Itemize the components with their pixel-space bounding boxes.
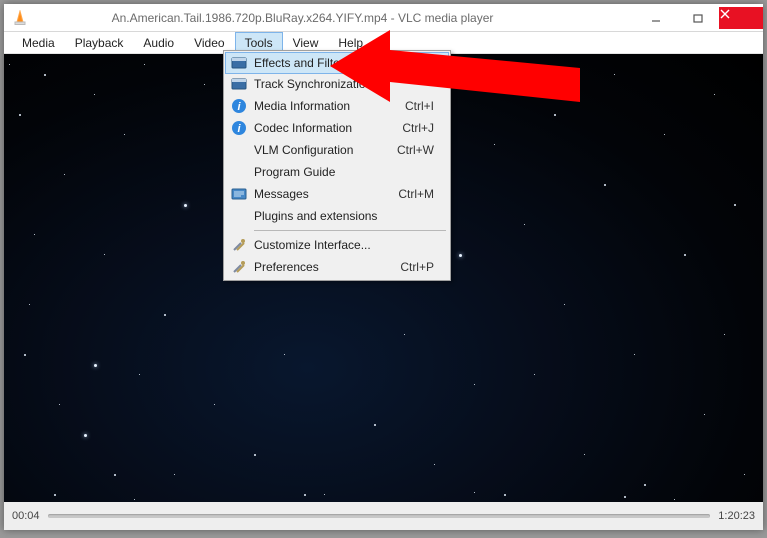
menuitem-plugins-and-extensions[interactable]: Plugins and extensions bbox=[226, 205, 448, 227]
menuitem-shortcut: Ctrl+E bbox=[400, 56, 448, 70]
info-icon: i bbox=[226, 98, 252, 114]
menuitem-codec-information[interactable]: i Codec Information Ctrl+J bbox=[226, 117, 448, 139]
titlebar: An.American.Tail.1986.720p.BluRay.x264.Y… bbox=[4, 4, 763, 32]
menu-label: Video bbox=[194, 36, 224, 50]
menuitem-label: Messages bbox=[252, 187, 398, 201]
window-title: An.American.Tail.1986.720p.BluRay.x264.Y… bbox=[0, 11, 635, 25]
info-icon: i bbox=[226, 120, 252, 136]
menuitem-effects-and-filters[interactable]: Effects and Filters Ctrl+E bbox=[225, 52, 449, 74]
menu-separator bbox=[254, 230, 446, 231]
menu-playback[interactable]: Playback bbox=[65, 32, 134, 53]
menu-media[interactable]: Media bbox=[12, 32, 65, 53]
menuitem-customize-interface[interactable]: Customize Interface... bbox=[226, 234, 448, 256]
menu-label: Media bbox=[22, 36, 55, 50]
card-icon bbox=[226, 76, 252, 92]
menu-label: Tools bbox=[245, 36, 273, 50]
menuitem-label: Track Synchronization bbox=[252, 77, 434, 91]
menu-label: Playback bbox=[75, 36, 124, 50]
menuitem-preferences[interactable]: Preferences Ctrl+P bbox=[226, 256, 448, 278]
tools-icon bbox=[226, 237, 252, 253]
menuitem-label: Plugins and extensions bbox=[252, 209, 434, 223]
menuitem-label: Preferences bbox=[252, 260, 400, 274]
menuitem-label: VLM Configuration bbox=[252, 143, 397, 157]
window-controls bbox=[635, 7, 763, 29]
menuitem-shortcut: Ctrl+P bbox=[400, 260, 448, 274]
menuitem-messages[interactable]: Messages Ctrl+M bbox=[226, 183, 448, 205]
menuitem-label: Program Guide bbox=[252, 165, 434, 179]
menuitem-shortcut: Ctrl+W bbox=[397, 143, 448, 157]
menuitem-vlm-configuration[interactable]: VLM Configuration Ctrl+W bbox=[226, 139, 448, 161]
menuitem-program-guide[interactable]: Program Guide bbox=[226, 161, 448, 183]
menuitem-label: Media Information bbox=[252, 99, 405, 113]
menuitem-label: Effects and Filters bbox=[252, 56, 400, 70]
menuitem-media-information[interactable]: i Media Information Ctrl+I bbox=[226, 95, 448, 117]
menu-label: Audio bbox=[143, 36, 174, 50]
menuitem-label: Codec Information bbox=[252, 121, 402, 135]
time-total: 1:20:23 bbox=[718, 510, 755, 522]
seek-track[interactable] bbox=[48, 509, 711, 523]
time-elapsed: 00:04 bbox=[12, 510, 40, 522]
menuitem-track-synchronization[interactable]: Track Synchronization bbox=[226, 73, 448, 95]
maximize-button[interactable] bbox=[677, 7, 719, 29]
close-button[interactable] bbox=[719, 7, 763, 29]
minimize-button[interactable] bbox=[635, 7, 677, 29]
tools-icon bbox=[226, 259, 252, 275]
menuitem-label: Customize Interface... bbox=[252, 238, 434, 252]
menuitem-shortcut: Ctrl+M bbox=[398, 187, 448, 201]
menuitem-shortcut: Ctrl+I bbox=[405, 99, 448, 113]
menuitem-shortcut: Ctrl+J bbox=[402, 121, 448, 135]
messages-icon bbox=[226, 186, 252, 202]
seekbar: 00:04 1:20:23 bbox=[4, 502, 763, 530]
menu-audio[interactable]: Audio bbox=[133, 32, 184, 53]
card-icon bbox=[226, 55, 252, 71]
tools-dropdown: Effects and Filters Ctrl+E Track Synchro… bbox=[223, 50, 451, 281]
menu-label: View bbox=[293, 36, 319, 50]
menu-label: Help bbox=[338, 36, 363, 50]
